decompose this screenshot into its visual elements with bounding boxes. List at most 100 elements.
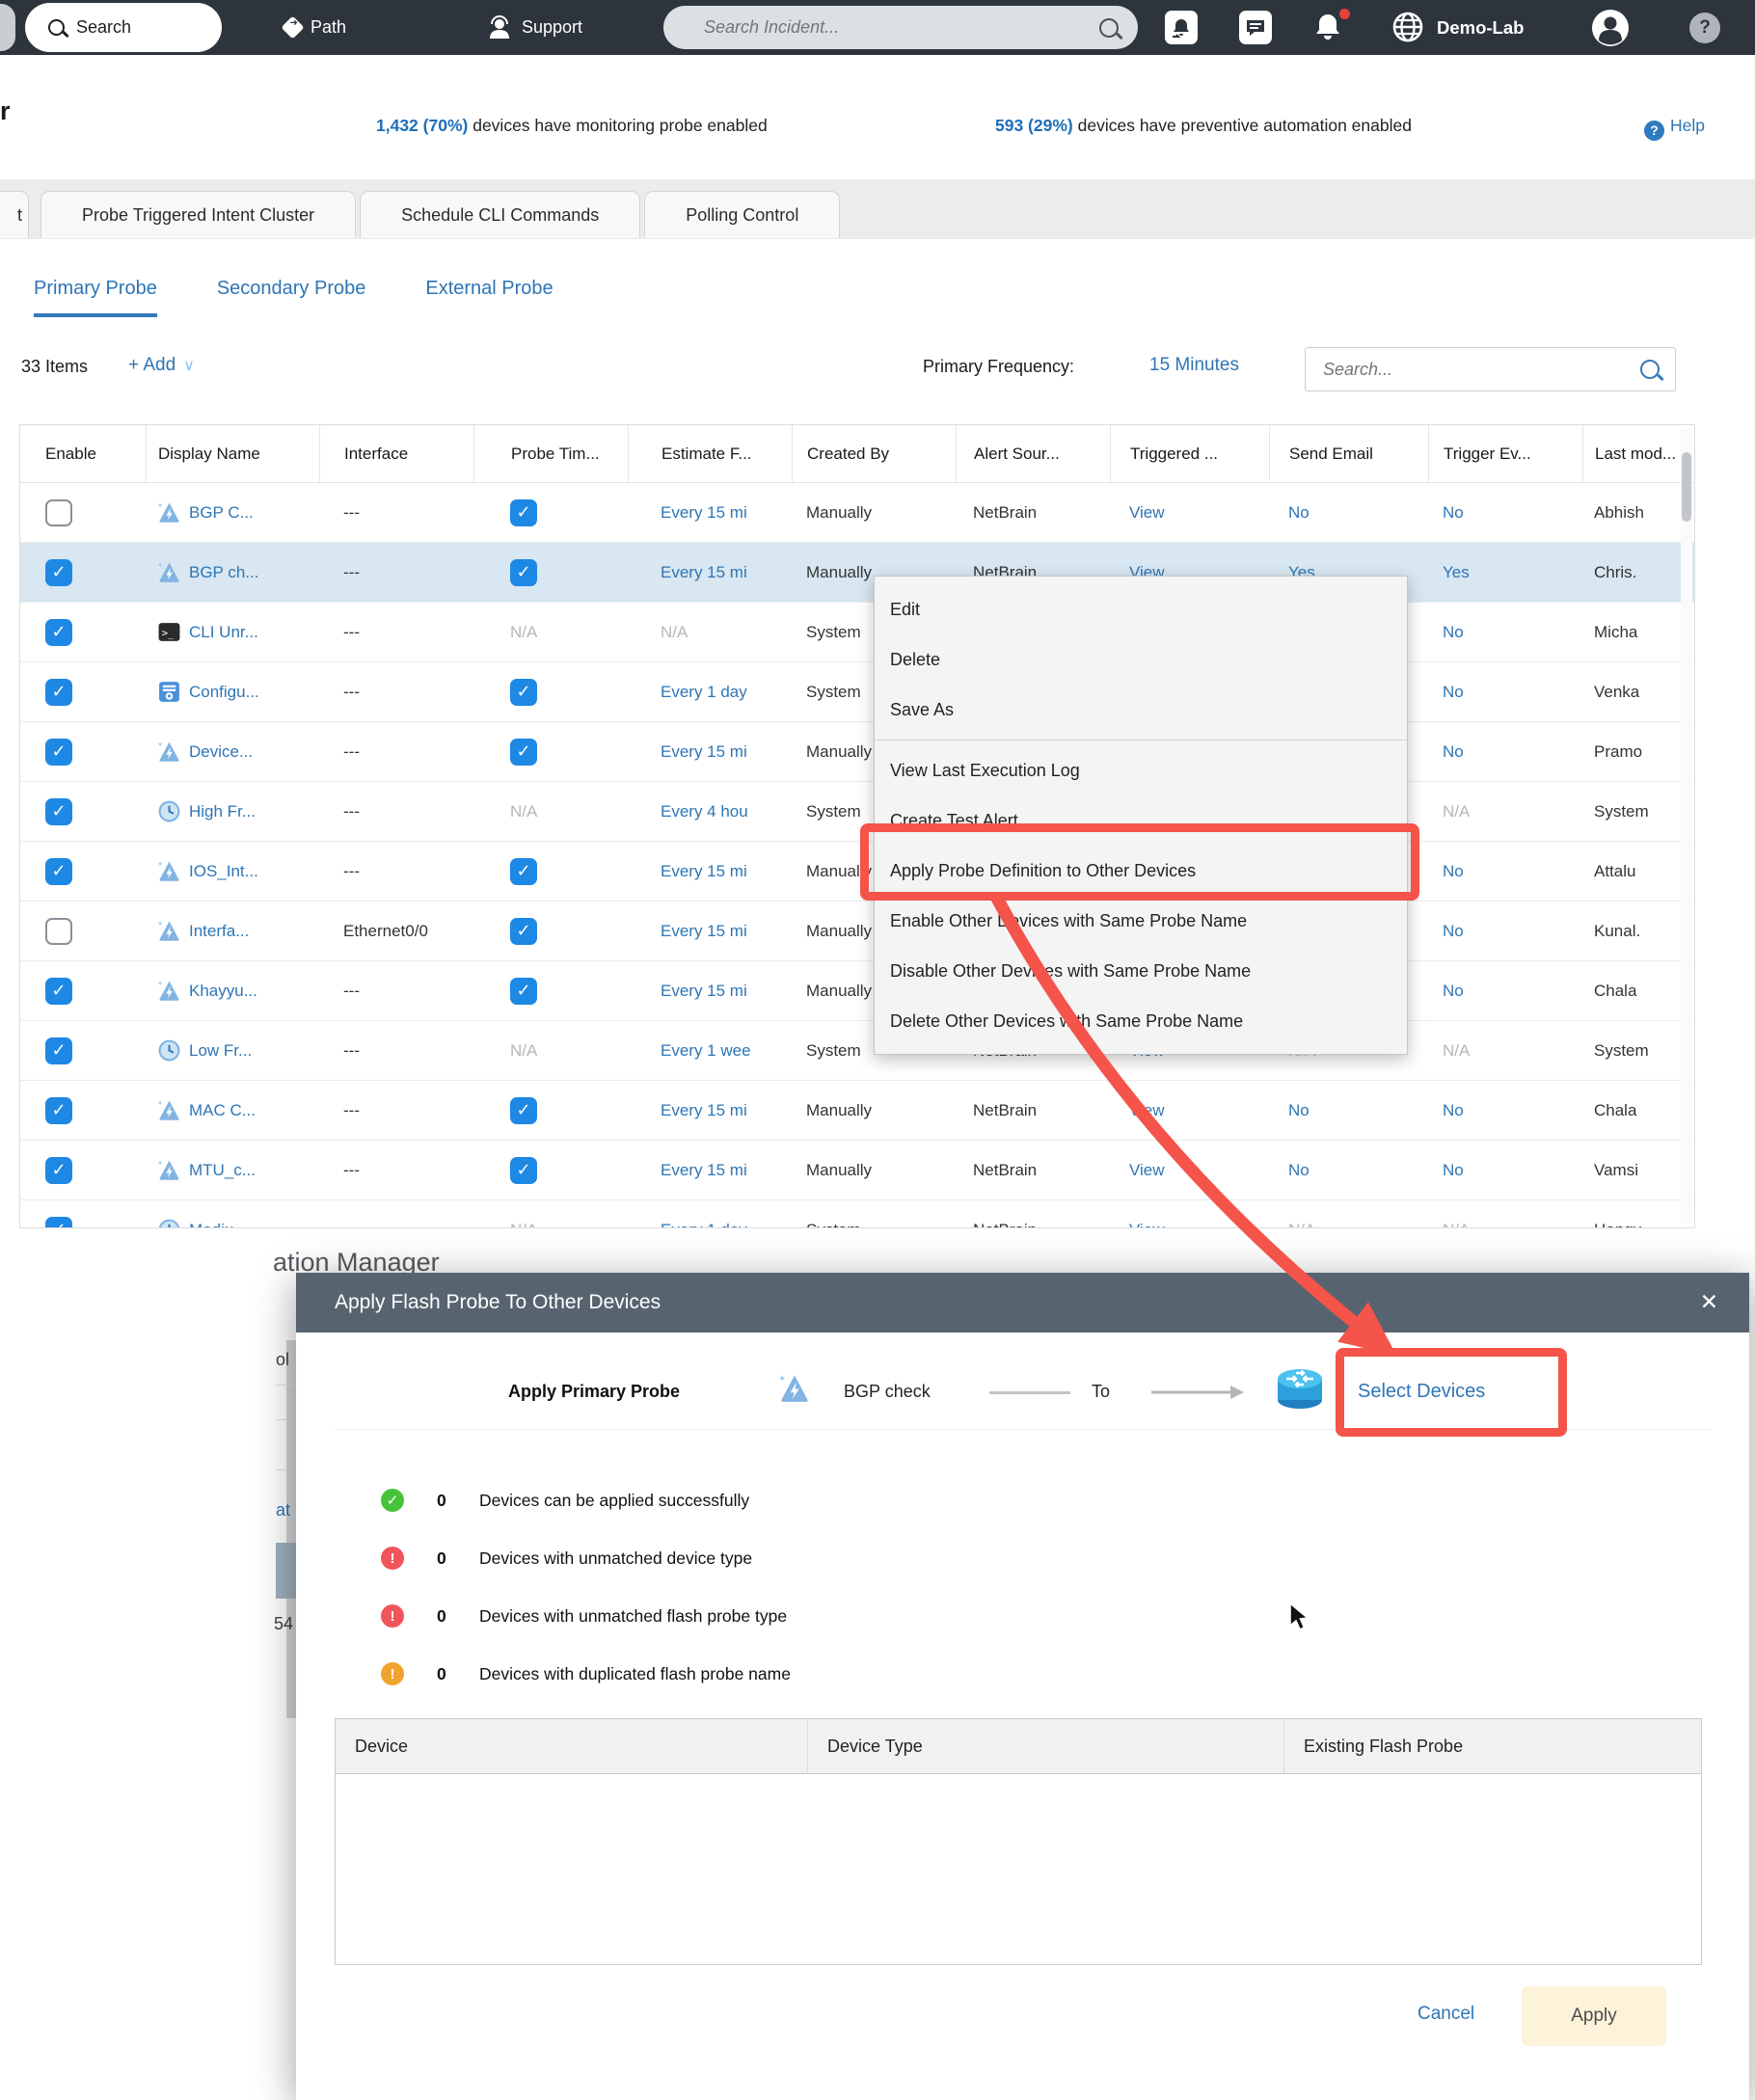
help-icon[interactable]: ?: [1689, 13, 1720, 43]
menu-item-apply-probe-definition-to-other-devices[interactable]: Apply Probe Definition to Other Devices: [875, 846, 1407, 896]
trigger-event-link[interactable]: No: [1443, 1101, 1464, 1120]
estimate-frequency-link[interactable]: Every 1 day: [661, 1221, 747, 1228]
estimate-frequency-link[interactable]: Every 15 mi: [661, 503, 747, 523]
probe-name-link[interactable]: BGP C...: [189, 503, 254, 523]
table-row[interactable]: ✓✦BGP ch...---✓Every 15 miManuallyNetBra…: [20, 543, 1694, 603]
cancel-button[interactable]: Cancel: [1418, 2004, 1474, 2025]
estimate-frequency-link[interactable]: Every 15 mi: [661, 563, 747, 582]
table-row[interactable]: ✓>_CLI Unr...---N/AN/ASystemNetBrainView…: [20, 603, 1694, 662]
row-enable-checkbox[interactable]: ✓: [45, 858, 72, 885]
row-enable-checkbox[interactable]: ✓: [45, 739, 72, 766]
tenant-name[interactable]: Demo-Lab: [1437, 0, 1524, 55]
table-row[interactable]: ✓High Fr...---N/AEvery 4 houSystemNetBra…: [20, 782, 1694, 842]
row-enable-checkbox[interactable]: ✓: [45, 619, 72, 646]
table-row[interactable]: ✓Configu...---✓Every 1 daySystemNetBrain…: [20, 662, 1694, 722]
column-header-display-name[interactable]: Display Name: [146, 425, 319, 482]
estimate-frequency-link[interactable]: Every 15 mi: [661, 862, 747, 881]
table-row[interactable]: ✓✦Khayyu...---✓Every 15 miManuallyNetBra…: [20, 961, 1694, 1021]
trigger-event-link[interactable]: No: [1443, 623, 1464, 642]
menu-item-create-test-alert[interactable]: Create Test Alert: [875, 795, 1407, 846]
table-row[interactable]: ✓✦MAC C...---✓Every 15 miManuallyNetBrai…: [20, 1081, 1694, 1141]
tab-cut-fragment[interactable]: t: [0, 191, 29, 238]
row-enable-checkbox[interactable]: ✓: [45, 1037, 72, 1064]
column-header-last-mod[interactable]: Last mod...: [1582, 425, 1694, 482]
subtab-secondary-probe[interactable]: Secondary Probe: [217, 278, 366, 317]
column-header-created-by[interactable]: Created By: [792, 425, 956, 482]
tab-probe-triggered-intent-cluster[interactable]: Probe Triggered Intent Cluster: [40, 191, 356, 238]
column-header-estimate-f[interactable]: Estimate F...: [628, 425, 792, 482]
estimate-frequency-link[interactable]: Every 4 hou: [661, 802, 748, 821]
table-row[interactable]: ✓✦Device...---✓Every 15 miManuallyNetBra…: [20, 722, 1694, 782]
probe-name-link[interactable]: High Fr...: [189, 802, 256, 821]
triggered-view-link[interactable]: View: [1129, 1221, 1165, 1228]
table-row[interactable]: ✓Mediu...---N/AEvery 1 daySystemNetBrain…: [20, 1200, 1694, 1227]
probe-name-link[interactable]: MAC C...: [189, 1101, 256, 1120]
probe-name-link[interactable]: Configu...: [189, 683, 259, 702]
frequency-value-link[interactable]: 15 Minutes: [1149, 355, 1239, 376]
triggered-view-link[interactable]: View: [1129, 1161, 1165, 1180]
apply-button[interactable]: Apply: [1522, 1986, 1666, 2046]
column-header-alert-sour[interactable]: Alert Sour...: [956, 425, 1110, 482]
trigger-event-link[interactable]: No: [1443, 922, 1464, 941]
path-tab[interactable]: Path: [284, 0, 346, 55]
probe-time-checkbox[interactable]: ✓: [510, 559, 537, 586]
estimate-frequency-link[interactable]: Every 15 mi: [661, 1161, 747, 1180]
trigger-event-link[interactable]: No: [1443, 1161, 1464, 1180]
probe-time-checkbox[interactable]: ✓: [510, 1157, 537, 1184]
avatar[interactable]: [1591, 9, 1630, 47]
trigger-event-link[interactable]: No: [1443, 503, 1464, 523]
estimate-frequency-link[interactable]: Every 15 mi: [661, 922, 747, 941]
trigger-event-link[interactable]: Yes: [1443, 563, 1470, 582]
table-search-input[interactable]: [1321, 359, 1640, 381]
probe-name-link[interactable]: Interfa...: [189, 922, 249, 941]
probe-time-checkbox[interactable]: ✓: [510, 739, 537, 766]
send-email-link[interactable]: No: [1288, 503, 1310, 523]
table-row[interactable]: ✓✦MTU_c...---✓Every 15 miManuallyNetBrai…: [20, 1141, 1694, 1200]
incident-search-input[interactable]: [702, 16, 1099, 39]
send-email-link[interactable]: No: [1288, 1101, 1310, 1120]
column-header-triggered[interactable]: Triggered ...: [1110, 425, 1269, 482]
probe-time-checkbox[interactable]: ✓: [510, 1097, 537, 1124]
table-row[interactable]: ✦Interfa...Ethernet0/0✓Every 15 miManual…: [20, 902, 1694, 961]
trigger-event-link[interactable]: No: [1443, 742, 1464, 762]
menu-item-delete-other-devices-with-same-probe-name[interactable]: Delete Other Devices with Same Probe Nam…: [875, 996, 1407, 1046]
probe-name-link[interactable]: CLI Unr...: [189, 623, 258, 642]
row-enable-checkbox[interactable]: ✓: [45, 1097, 72, 1124]
close-icon[interactable]: ✕: [1700, 1289, 1718, 1315]
estimate-frequency-link[interactable]: Every 1 day: [661, 683, 747, 702]
row-enable-checkbox[interactable]: ✓: [45, 679, 72, 706]
trigger-event-link[interactable]: No: [1443, 683, 1464, 702]
probe-time-checkbox[interactable]: ✓: [510, 978, 537, 1005]
chat-icon[interactable]: [1239, 11, 1272, 44]
search-tab[interactable]: Search: [25, 3, 222, 52]
tab-polling-control[interactable]: Polling Control: [644, 191, 840, 238]
row-enable-checkbox[interactable]: ✓: [45, 1157, 72, 1184]
column-header-probe-tim[interactable]: Probe Tim...: [473, 425, 628, 482]
column-header-enable[interactable]: Enable: [20, 425, 146, 482]
probe-time-checkbox[interactable]: ✓: [510, 679, 537, 706]
subtab-external-probe[interactable]: External Probe: [425, 278, 553, 317]
subtab-primary-probe[interactable]: Primary Probe: [34, 278, 157, 317]
estimate-frequency-link[interactable]: Every 15 mi: [661, 1101, 747, 1120]
help-link[interactable]: ?Help: [1644, 116, 1705, 141]
probe-name-link[interactable]: MTU_c...: [189, 1161, 256, 1180]
menu-item-delete[interactable]: Delete: [875, 634, 1407, 685]
row-enable-checkbox[interactable]: [45, 499, 72, 526]
send-email-link[interactable]: No: [1288, 1161, 1310, 1180]
row-enable-checkbox[interactable]: ✓: [45, 559, 72, 586]
select-devices-link[interactable]: Select Devices: [1358, 1381, 1485, 1403]
triggered-view-link[interactable]: View: [1129, 503, 1165, 523]
table-row[interactable]: ✦BGP C...---✓Every 15 miManuallyNetBrain…: [20, 483, 1694, 543]
estimate-frequency-link[interactable]: Every 15 mi: [661, 742, 747, 762]
probe-name-link[interactable]: IOS_Int...: [189, 862, 258, 881]
triggered-view-link[interactable]: View: [1129, 1101, 1165, 1120]
table-scrollbar[interactable]: [1681, 429, 1692, 1224]
probe-time-checkbox[interactable]: ✓: [510, 499, 537, 526]
tab-schedule-cli-commands[interactable]: Schedule CLI Commands: [360, 191, 640, 238]
table-search-box[interactable]: [1305, 347, 1676, 391]
table-row[interactable]: ✓✦IOS_Int...---✓Every 15 miManuallyNetBr…: [20, 842, 1694, 902]
estimate-frequency-link[interactable]: Every 15 mi: [661, 982, 747, 1001]
menu-item-save-as[interactable]: Save As: [875, 685, 1407, 735]
row-enable-checkbox[interactable]: ✓: [45, 1217, 72, 1228]
trigger-event-link[interactable]: No: [1443, 862, 1464, 881]
